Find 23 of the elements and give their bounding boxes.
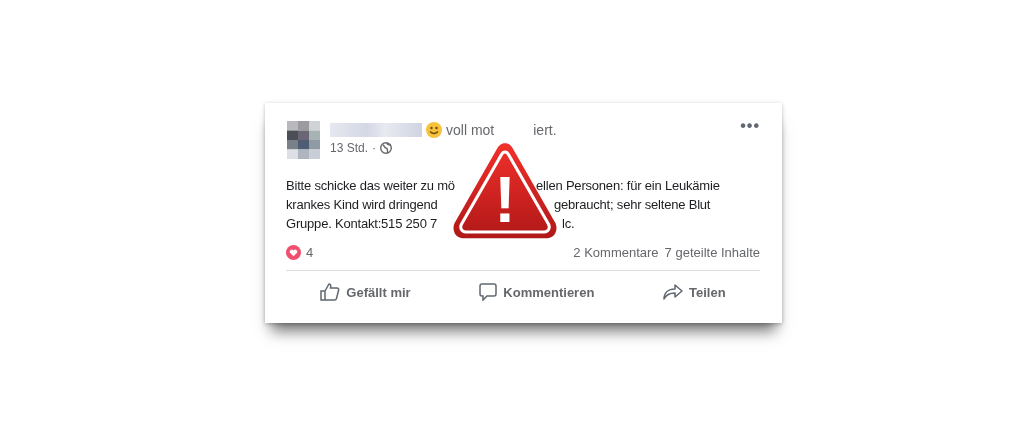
- like-button[interactable]: Gefällt mir: [312, 279, 419, 305]
- post-time[interactable]: 13 Std.: [330, 141, 369, 155]
- post-text: krankes Kind wird dringend: [286, 197, 438, 212]
- post-text: lc.: [562, 215, 575, 233]
- smiley-icon: [426, 122, 442, 138]
- comment-button[interactable]: Kommentieren: [471, 279, 603, 305]
- post-text: ellen Personen: für ein Leukämie: [536, 177, 720, 195]
- share-arrow-icon: [663, 284, 684, 300]
- avatar: [286, 121, 320, 159]
- post-text: gebraucht; sehr seltene Blut: [554, 196, 711, 214]
- speech-bubble-icon: [479, 283, 498, 301]
- more-options-button[interactable]: •••: [740, 121, 760, 131]
- share-button[interactable]: Teilen: [655, 280, 734, 304]
- separator-dot: ·: [372, 141, 377, 155]
- thumbs-up-icon: [320, 283, 341, 301]
- post-text: Gruppe. Kontakt:515 250 7: [286, 216, 438, 231]
- post-text: Bitte schicke das weiter zu mö: [286, 178, 455, 193]
- comment-count[interactable]: 2 Kommentare: [573, 244, 659, 260]
- reaction-count[interactable]: 4: [306, 244, 314, 260]
- share-count[interactable]: 7 geteilte Inhalte: [664, 244, 760, 260]
- heart-reaction-icon: [286, 244, 301, 260]
- status-text: iert.: [533, 122, 557, 138]
- status-text: voll mot: [446, 122, 495, 138]
